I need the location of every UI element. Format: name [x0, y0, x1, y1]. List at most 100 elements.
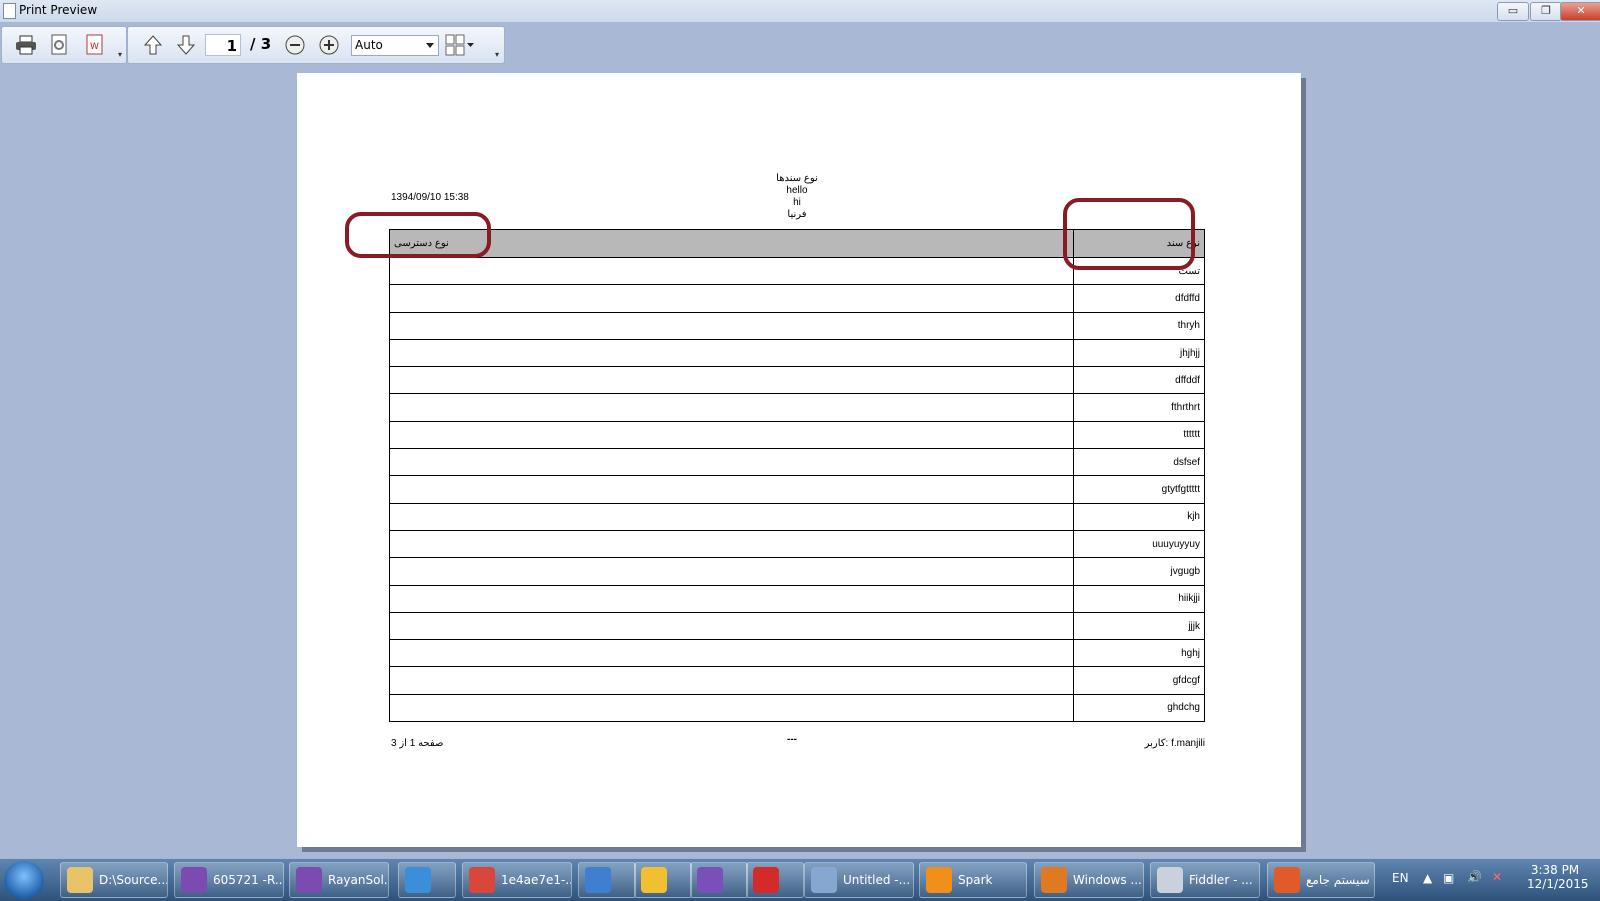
table-row: jjjk [388, 611, 1205, 641]
taskbar-app-icon [585, 867, 611, 893]
table-row: hiikjji [388, 584, 1205, 613]
cell-access-type [388, 393, 1075, 422]
report-title-line: hi [793, 197, 801, 208]
volume-icon[interactable]: 🔊 [1467, 870, 1482, 884]
taskbar-item[interactable]: RayanSol... [289, 862, 389, 898]
page-total-label: / 3 [250, 35, 272, 53]
minimize-button[interactable]: ▭ [1497, 2, 1529, 21]
table-row: gfdcgf [388, 666, 1205, 695]
taskbar-app-icon [926, 867, 952, 893]
page-counter: صفحه 1 از 3 [391, 738, 444, 749]
clock[interactable]: 3:38 PM 12/1/2015 [1527, 863, 1589, 891]
cell-document-type: thryh [1073, 311, 1205, 340]
page-number-input[interactable]: 1 [205, 34, 241, 56]
title-bar: Print Preview ▭ ❐ ✕ [0, 0, 1600, 23]
cell-document-type: jhjhjj [1073, 338, 1205, 368]
cell-access-type [388, 529, 1075, 559]
next-page-button[interactable] [173, 33, 199, 57]
cell-access-type [388, 256, 1075, 286]
taskbar-item[interactable]: D:\Source... [60, 862, 168, 898]
cell-access-type [388, 420, 1075, 450]
taskbar-item-label: Fiddler - ... [1189, 873, 1253, 887]
footer-separator: --- [787, 734, 797, 745]
toolbar-overflow-icon[interactable]: ▾ [495, 51, 501, 59]
page-setup-button[interactable] [47, 33, 73, 57]
cell-document-type: jvgugb [1073, 557, 1205, 586]
taskbar-item[interactable]: Spark [919, 862, 1027, 898]
taskbar-item[interactable]: Untitled -... [804, 862, 914, 898]
previous-page-button[interactable] [140, 33, 166, 57]
taskbar-item[interactable] [690, 862, 748, 898]
taskbar-app-icon [181, 867, 207, 893]
start-button[interactable] [4, 861, 44, 899]
action-center-icon[interactable]: ✕ [1492, 870, 1502, 884]
report-title-line: فرنیا [787, 209, 807, 220]
tray-expand-icon[interactable]: ▲ [1423, 871, 1432, 885]
taskbar-item[interactable]: Fiddler - ... [1150, 862, 1260, 898]
cell-access-type [388, 366, 1075, 395]
taskbar-item-label: Untitled -... [843, 873, 911, 887]
taskbar-item[interactable]: سیستم جامع [1267, 862, 1375, 898]
print-button[interactable] [13, 33, 39, 57]
toolbar-overflow-icon[interactable]: ▾ [118, 51, 124, 59]
zoom-in-button[interactable] [316, 33, 342, 57]
language-indicator[interactable]: EN [1392, 871, 1409, 885]
network-icon[interactable]: ▣ [1443, 871, 1454, 885]
taskbar-item[interactable]: 605721 -R... [174, 862, 284, 898]
table-row: uuuyuyyuy [388, 529, 1205, 559]
taskbar-app-icon [405, 867, 431, 893]
taskbar-item[interactable] [746, 862, 804, 898]
table-row: dsfsef [388, 448, 1205, 477]
table-row: jvgugb [388, 557, 1205, 586]
taskbar-app-icon [469, 867, 495, 893]
report-title-line: hello [786, 185, 808, 196]
export-pdf-icon: W [86, 34, 103, 55]
cell-access-type [388, 448, 1075, 477]
report-table: نوع دسترسی نوع سند تست dfdffd thryh jhjhjj d… [388, 229, 1205, 723]
cell-access-type [388, 693, 1075, 723]
chevron-down-icon [426, 43, 434, 48]
taskbar-app-icon [1274, 867, 1300, 893]
taskbar-item-label: 605721 -R... [213, 873, 284, 887]
table-row: kjh [388, 502, 1205, 531]
next-page-icon [176, 35, 196, 55]
page-layout-button[interactable] [445, 33, 475, 57]
annotation-highlight-doctype [1063, 198, 1195, 270]
cell-document-type: uuuyuyyuy [1073, 529, 1205, 559]
zoom-out-icon [285, 35, 305, 55]
table-row: hghj [388, 639, 1205, 668]
taskbar-app-icon [296, 867, 322, 893]
table-row: tttttt [388, 420, 1205, 450]
taskbar-item-label: Windows ... [1073, 873, 1142, 887]
report-title-line: نوع سندها [776, 173, 818, 184]
taskbar-item[interactable]: Windows ... [1034, 862, 1144, 898]
taskbar-item[interactable] [398, 862, 456, 898]
app-icon [3, 3, 16, 19]
taskbar-item-label: RayanSol... [328, 873, 389, 887]
table-row: ghdchg [388, 693, 1205, 723]
restore-button[interactable]: ❐ [1530, 2, 1562, 21]
cell-document-type: hghj [1073, 639, 1205, 668]
taskbar-item[interactable]: 1e4ae7e1-... [462, 862, 572, 898]
close-button[interactable]: ✕ [1560, 2, 1600, 21]
cell-access-type [388, 666, 1075, 695]
taskbar-item[interactable] [578, 862, 636, 898]
table-row: dffddf [388, 366, 1205, 395]
annotation-highlight-access [345, 212, 491, 258]
header-access-type: نوع دسترسی [388, 229, 1075, 258]
zoom-out-button[interactable] [282, 33, 308, 57]
cell-document-type: fthrthrt [1073, 393, 1205, 422]
taskbar-item[interactable] [634, 862, 692, 898]
cell-access-type [388, 584, 1075, 613]
taskbar-item-label: Spark [958, 873, 993, 887]
zoom-select[interactable]: Auto [351, 35, 439, 56]
report-page: 1394/09/10 15:38 نوع سندها hello hi فرنی… [297, 73, 1301, 847]
cell-document-type: hiikjji [1073, 584, 1205, 613]
cell-access-type [388, 639, 1075, 668]
cell-access-type [388, 338, 1075, 368]
export-button[interactable]: W [82, 33, 108, 57]
taskbar-app-icon [1157, 867, 1183, 893]
svg-text:W: W [90, 42, 99, 52]
toolbar-print-group: W ▾ [1, 26, 127, 64]
table-row: jhjhjj [388, 338, 1205, 368]
